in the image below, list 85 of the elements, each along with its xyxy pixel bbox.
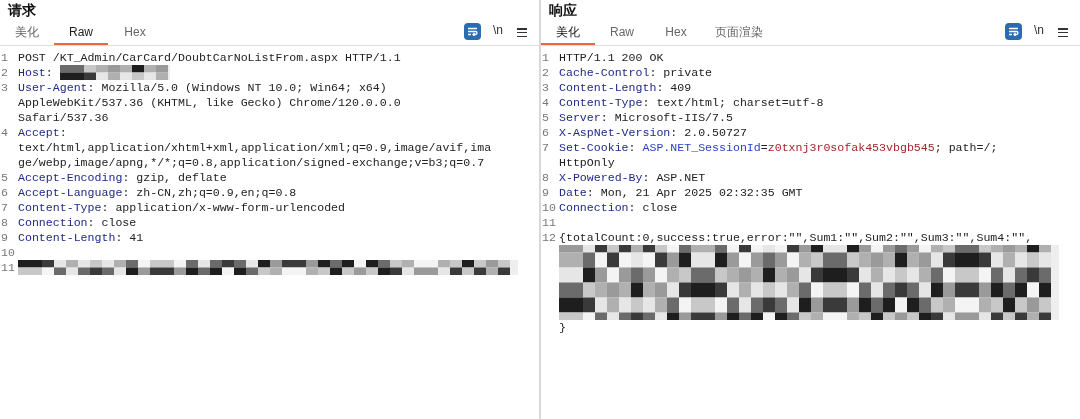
cookie-value: z0txnj3r0sofak453vbgb545 (767, 140, 935, 155)
panel-title: 响应 (548, 1, 578, 20)
header-name: Content-Type (18, 200, 102, 215)
line-number: 1 (0, 50, 9, 65)
header-name: Cache-Control (559, 65, 650, 80)
menu-icon[interactable] (1058, 28, 1068, 37)
code-text: ge/webp,image/apng,*/*;q=0.8,application/signed-exchange;v=b3;q=0.7 (18, 155, 485, 170)
code-text: : Mozilla/5.0 (Windows NT 10.0; Win64; x64) (87, 80, 387, 95)
header-name: Accept (18, 125, 60, 140)
tab[interactable]: Hex (649, 21, 703, 45)
code-text: : (45, 65, 54, 80)
tab[interactable]: Hex (108, 21, 162, 45)
code-text: HTTP/1.1 200 OK (559, 50, 664, 65)
panel-title: 请求 (7, 1, 37, 20)
tab[interactable]: 页面渲染 (703, 21, 775, 45)
code-text: : 2.0.50727 (670, 125, 747, 140)
tab[interactable]: 美化 (0, 21, 54, 45)
newline-toggle[interactable]: \n (493, 21, 503, 39)
line-number: 8 (0, 215, 9, 230)
code-text: : 41 (115, 230, 144, 245)
header-name: Connection (559, 200, 629, 215)
code-text: AppleWebKit/537.36 (KHTML, like Gecko) Chrome/120.0.0.0 (18, 95, 401, 110)
line-number: 5 (0, 170, 9, 185)
code-text: ; path=/; (934, 140, 998, 155)
line-number: 6 (541, 125, 550, 140)
header-name: Content-Length (559, 80, 657, 95)
code-text: : Microsoft-IIS/7.5 (600, 110, 733, 125)
cookie-name: ASP.NET_SessionId (642, 140, 761, 155)
wrap-toggle-icon[interactable] (464, 23, 481, 40)
tab[interactable]: 美化 (541, 21, 595, 45)
code-text: Safari/537.36 (18, 110, 109, 125)
header-name: Date (559, 185, 587, 200)
line-number: 1 (541, 50, 550, 65)
newline-toggle[interactable]: \n (1034, 21, 1044, 39)
header-name: User-Agent (18, 80, 88, 95)
line-number: 2 (0, 65, 9, 80)
code-text: : (628, 140, 637, 155)
line-number: 11 (541, 215, 557, 230)
line-number: 11 (0, 260, 16, 275)
code-text: : text/html; charset=utf-8 (642, 95, 824, 110)
header-name: Accept-Encoding (18, 170, 123, 185)
header-name: Host (18, 65, 46, 80)
header-name: X-Powered-By (559, 170, 643, 185)
code-text: {totalCount:0,success:true,error:"",Sum1:"",Sum2:"",Sum3:"",Sum4:"", (559, 230, 1033, 245)
code-text: : close (87, 215, 137, 230)
header-name: Connection (18, 215, 88, 230)
line-number: 2 (541, 65, 550, 80)
line-number: 9 (0, 230, 9, 245)
header-name: Server (559, 110, 601, 125)
header-name: Accept-Language (18, 185, 123, 200)
line-number: 3 (0, 80, 9, 95)
line-number: 9 (541, 185, 550, 200)
line-number: 8 (541, 170, 550, 185)
code-text: : private (649, 65, 713, 80)
wrap-toggle-icon[interactable] (1005, 23, 1022, 40)
code-text: : 409 (656, 80, 692, 95)
line-number: 10 (0, 245, 16, 260)
code-text: : zh-CN,zh;q=0.9,en;q=0.8 (122, 185, 297, 200)
header-name: Content-Type (559, 95, 643, 110)
line-number: 10 (541, 200, 557, 215)
code-text: } (559, 320, 566, 335)
line-number: 7 (541, 140, 550, 155)
code-text: : (59, 125, 67, 140)
code-text: : gzip, deflate (122, 170, 227, 185)
code-text: POST /KT_Admin/CarCard/DoubtCarNoListFrom.aspx HTTP/1.1 (18, 50, 401, 65)
tab[interactable]: Raw (595, 21, 649, 45)
header-name: X-AspNet-Version (559, 125, 671, 140)
code-text: : ASP.NET (642, 170, 706, 185)
line-number: 3 (541, 80, 550, 95)
code-text: : Mon, 21 Apr 2025 02:32:35 GMT (586, 185, 803, 200)
line-number: 6 (0, 185, 9, 200)
header-name: Content-Length (18, 230, 116, 245)
line-number: 12 (541, 230, 557, 245)
code-text: HttpOnly (559, 155, 615, 170)
code-text: = (760, 140, 768, 155)
line-number: 5 (541, 110, 550, 125)
line-number: 4 (541, 95, 550, 110)
code-text: text/html,application/xhtml+xml,application/xml;q=0.9,image/avif,ima (18, 140, 492, 155)
menu-icon[interactable] (517, 28, 527, 37)
line-number: 7 (0, 200, 9, 215)
header-name: Set-Cookie (559, 140, 629, 155)
code-text: : close (628, 200, 678, 215)
tab[interactable]: Raw (54, 21, 108, 45)
line-number: 4 (0, 125, 9, 140)
code-text: : application/x-www-form-urlencoded (101, 200, 345, 215)
